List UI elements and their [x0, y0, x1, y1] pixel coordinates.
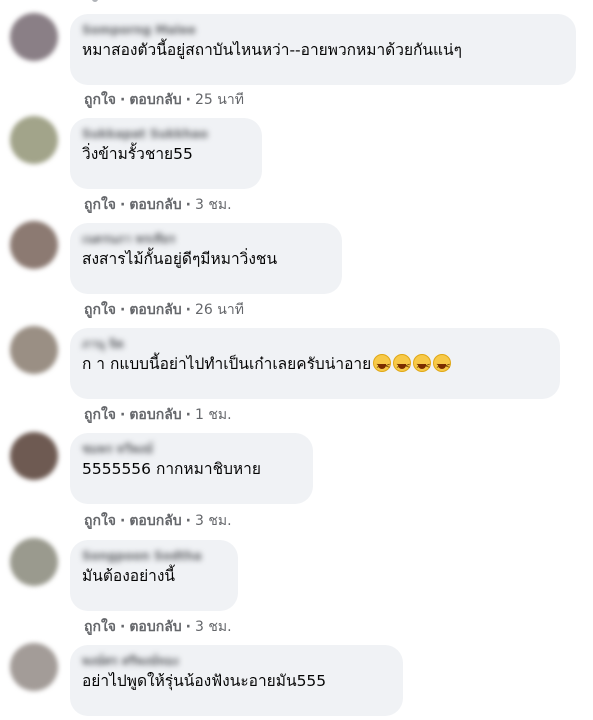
comment-bubble: Sukkapat Sukkhao วิ่งข้ามรั้วชาย55 [70, 118, 262, 189]
previous-comment-marker [92, 0, 98, 2]
comment-actions: ถูกใจ · ตอบกลับ · 1 ชม. [84, 407, 232, 423]
comment-bubble: ภานุ จิต ก า กแบบนี้อย่าไปทำเป็นเก๋าเลยค… [70, 328, 560, 399]
commenter-name[interactable]: เนตรนภา พรเทียร [82, 231, 330, 247]
avatar[interactable] [10, 13, 58, 61]
comment-bubble: เนตรนภา พรเทียร สงสารไม้กั้นอยู่ดีๆมีหมา… [70, 223, 342, 294]
reply-button[interactable]: ตอบกลับ [129, 619, 181, 635]
commenter-name[interactable]: Sukkapat Sukkhao [82, 126, 250, 142]
comment-text: ก า กแบบนี้อย่าไปทำเป็นเก๋าเลยครับน่าอาย [82, 353, 548, 377]
comment-actions: ถูกใจ · ตอบกลับ · 26 นาที [84, 302, 244, 318]
comment-time[interactable]: 3 ชม. [195, 619, 232, 635]
comment-actions: ถูกใจ · ตอบกลับ · 3 ชม. [84, 513, 232, 529]
commenter-name[interactable]: พงษ์ศร ศรีพงษ์ทอง [82, 653, 391, 669]
comment-time[interactable]: 1 ชม. [195, 407, 232, 423]
commenter-name[interactable]: ชมพร ทวีพงษ์ [82, 441, 301, 457]
laughing-emoji-icon [433, 354, 452, 377]
reply-button[interactable]: ตอบกลับ [129, 302, 181, 318]
comment-bubble: Somporng Malee หมาสองตัวนี้อยู่สถาบันไหน… [70, 14, 576, 85]
like-button[interactable]: ถูกใจ [84, 302, 116, 318]
comment-text: สงสารไม้กั้นอยู่ดีๆมีหมาวิ่งชน [82, 250, 278, 268]
avatar[interactable] [10, 643, 58, 691]
comment-actions: ถูกใจ · ตอบกลับ · 3 ชม. [84, 197, 232, 213]
reply-button[interactable]: ตอบกลับ [129, 407, 181, 423]
like-button[interactable]: ถูกใจ [84, 197, 116, 213]
comment-text: มันต้องอย่างนี้ [82, 567, 176, 585]
laughing-emoji-icon [373, 354, 392, 377]
comment-text: วิ่งข้ามรั้วชาย55 [82, 145, 193, 163]
commenter-name[interactable]: Songpoon Sodtha [82, 548, 226, 564]
like-button[interactable]: ถูกใจ [84, 92, 116, 108]
like-button[interactable]: ถูกใจ [84, 513, 116, 529]
like-button[interactable]: ถูกใจ [84, 619, 116, 635]
laughing-emoji-icon [413, 354, 432, 377]
commenter-name[interactable]: ภานุ จิต [82, 336, 548, 352]
comment-text: อย่าไปพูดให้รุ่นน้องฟังนะอายมัน555 [82, 672, 327, 690]
avatar[interactable] [10, 221, 58, 269]
comment-actions: ถูกใจ · ตอบกลับ · 3 ชม. [84, 619, 232, 635]
like-button[interactable]: ถูกใจ [84, 407, 116, 423]
comment-time[interactable]: 26 นาที [195, 302, 244, 318]
avatar[interactable] [10, 326, 58, 374]
comment-time[interactable]: 3 ชม. [195, 197, 232, 213]
avatar[interactable] [10, 432, 58, 480]
comment-text: หมาสองตัวนี้อยู่สถาบันไหนหว่า--อายพวกหมา… [82, 41, 462, 59]
comment-bubble: พงษ์ศร ศรีพงษ์ทอง อย่าไปพูดให้รุ่นน้องฟั… [70, 645, 403, 716]
reply-button[interactable]: ตอบกลับ [129, 92, 181, 108]
comment-text-body: ก า กแบบนี้อย่าไปทำเป็นเก๋าเลยครับน่าอาย [82, 355, 372, 373]
comment-bubble: Songpoon Sodtha มันต้องอย่างนี้ [70, 540, 238, 611]
avatar[interactable] [10, 538, 58, 586]
comment-bubble: ชมพร ทวีพงษ์ 5555556 กากหมาชิบหาย [70, 433, 313, 504]
comment-actions: ถูกใจ · ตอบกลับ · 25 นาที [84, 92, 244, 108]
commenter-name[interactable]: Somporng Malee [82, 22, 564, 38]
comment-time[interactable]: 25 นาที [195, 92, 244, 108]
laughing-emoji-icon [393, 354, 412, 377]
comment-time[interactable]: 3 ชม. [195, 513, 232, 529]
reply-button[interactable]: ตอบกลับ [129, 197, 181, 213]
comment-text: 5555556 กากหมาชิบหาย [82, 460, 261, 478]
reply-button[interactable]: ตอบกลับ [129, 513, 181, 529]
avatar[interactable] [10, 116, 58, 164]
